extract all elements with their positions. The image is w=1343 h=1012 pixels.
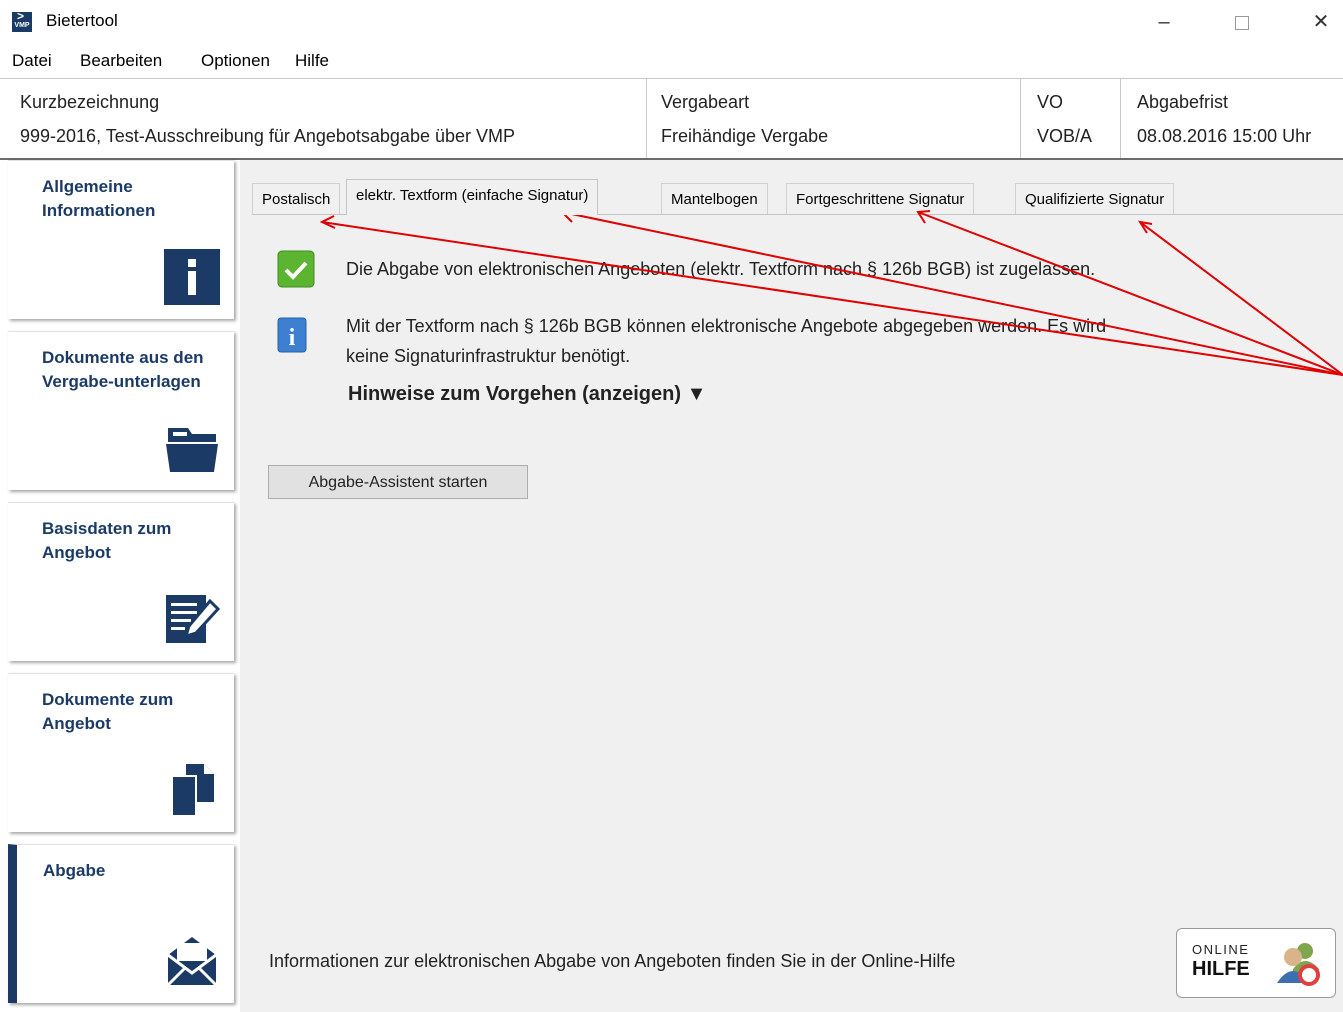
- vo-label: VO: [1037, 92, 1064, 112]
- folder-icon: [166, 428, 218, 472]
- close-button[interactable]: ✕: [1299, 5, 1343, 39]
- info-kurzbezeichnung: Kurzbezeichnung 999-2016, Test-Ausschrei…: [0, 79, 646, 158]
- sidebar-item-label: Abgabe: [43, 861, 106, 880]
- main-content: Postalisch elektr. Textform (einfache Si…: [240, 160, 1343, 1012]
- menu-hilfe[interactable]: Hilfe: [295, 51, 329, 71]
- info-abgabefrist: Abgabefrist 08.08.2016 15:00 Uhr: [1120, 79, 1343, 158]
- start-assistant-button[interactable]: Abgabe-Assistent starten: [268, 465, 528, 499]
- info-vo: VO VOB/A: [1020, 79, 1121, 158]
- info-icon: [164, 249, 220, 305]
- tab-fortgeschrittene-signatur[interactable]: Fortgeschrittene Signatur: [786, 183, 975, 214]
- vergabeart-label: Vergabeart: [661, 92, 750, 112]
- sidebar-item-label: Allgemeine Informationen: [42, 177, 156, 220]
- edit-form-icon: [166, 595, 220, 643]
- title-bar: > VMP Bietertool – ✕: [0, 0, 1343, 44]
- success-message: Die Abgabe von elektronischen Angeboten …: [346, 259, 1096, 279]
- vo-value: VOB/A: [1037, 126, 1093, 146]
- info-message-line2: keine Signaturinfrastruktur benötigt.: [346, 346, 631, 366]
- window-title: Bietertool: [46, 11, 118, 30]
- menu-bar: Datei Bearbeiten Optionen Hilfe: [0, 44, 1343, 79]
- minimize-button[interactable]: –: [1142, 5, 1186, 39]
- help-button-line1: ONLINE: [1192, 942, 1250, 957]
- hint-toggle-link[interactable]: Hinweise zum Vorgehen (anzeigen) ▼: [348, 383, 706, 406]
- help-person-icon: [1277, 943, 1320, 986]
- sidebar-nav: Allgemeine Informationen Dokumente aus d…: [0, 160, 240, 1012]
- online-help-info-text: Informationen zur elektronischen Abgabe …: [269, 951, 956, 971]
- sidebar-item-basisdaten-angebot[interactable]: Basisdaten zum Angebot: [8, 502, 234, 661]
- tab-mantelbogen[interactable]: Mantelbogen: [661, 183, 768, 214]
- abgabefrist-label: Abgabefrist: [1137, 92, 1229, 112]
- tab-elektr-textform[interactable]: elektr. Textform (einfache Signatur): [346, 179, 599, 215]
- sidebar-item-dokumente-angebot[interactable]: Dokumente zum Angebot: [8, 673, 234, 832]
- maximize-button[interactable]: [1220, 5, 1264, 39]
- sidebar-item-label: Dokumente zum Angebot: [42, 690, 174, 733]
- vergabeart-value: Freihändige Vergabe: [661, 126, 829, 146]
- documents-icon: [171, 764, 214, 817]
- help-button-line2: HILFE: [1192, 958, 1250, 980]
- online-help-button[interactable]: ONLINE HILFE: [1176, 928, 1336, 998]
- info-vergabeart: Vergabeart Freihändige Vergabe: [646, 79, 1021, 158]
- kurzbezeichnung-label: Kurzbezeichnung: [20, 92, 160, 112]
- check-icon: [277, 250, 315, 288]
- info-message-line1: Mit der Textform nach § 126b BGB können …: [346, 316, 1107, 336]
- sidebar-item-abgabe[interactable]: Abgabe: [8, 844, 234, 1003]
- tab-postalisch[interactable]: Postalisch: [252, 183, 341, 214]
- sidebar-item-allgemeine-informationen[interactable]: Allgemeine Informationen: [8, 160, 234, 319]
- sidebar-item-label: Basisdaten zum Angebot: [42, 519, 172, 562]
- kurzbezeichnung-value: 999-2016, Test-Ausschreibung für Angebot…: [20, 126, 515, 146]
- sidebar-item-dokumente-vergabeunterlagen[interactable]: Dokumente aus den Vergabe-unterlagen: [8, 331, 234, 490]
- menu-datei[interactable]: Datei: [12, 51, 52, 71]
- svg-text:i: i: [289, 325, 296, 351]
- envelope-icon: [166, 937, 218, 987]
- menu-optionen[interactable]: Optionen: [201, 51, 270, 71]
- info-message-icon: i: [277, 317, 307, 353]
- menu-bearbeiten[interactable]: Bearbeiten: [80, 51, 162, 71]
- vmp-logo-icon: > VMP: [12, 12, 32, 32]
- abgabefrist-value: 08.08.2016 15:00 Uhr: [1137, 126, 1312, 146]
- tab-qualifizierte-signatur[interactable]: Qualifizierte Signatur: [1015, 183, 1175, 214]
- sidebar-item-label: Dokumente aus den Vergabe-unterlagen: [42, 348, 204, 391]
- tender-info-header: Kurzbezeichnung 999-2016, Test-Ausschrei…: [0, 79, 1343, 160]
